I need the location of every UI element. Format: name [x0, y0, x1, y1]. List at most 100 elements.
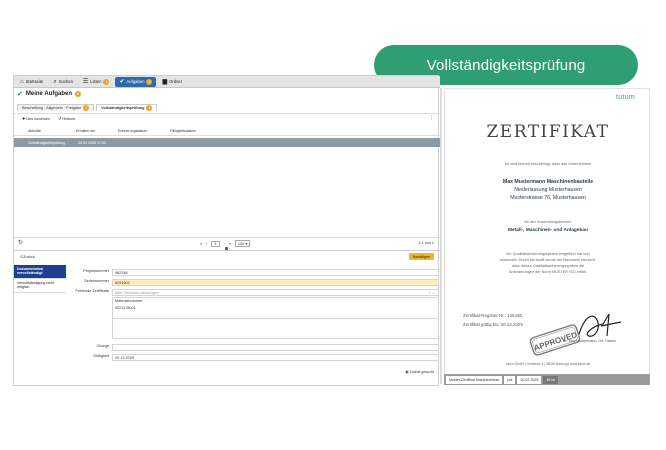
page-number[interactable]: 1 [211, 240, 220, 247]
pagination-bar: ↻ « ‹ 1 › » 100 ▾ 1-1 von 1 [14, 237, 440, 247]
check-icon: ✓ [17, 91, 23, 98]
cert-text: ein Qualitätssicherungssystem eingeführt… [506, 252, 590, 256]
cert-branch: Niederlassung Musterhausen [514, 187, 582, 193]
attachment-type: pdf [504, 375, 516, 384]
back-label: Zurück [23, 254, 35, 259]
field-label: Fehlende Zertifikate [75, 289, 109, 293]
column-header[interactable]: Fälligkeitsdatum [170, 129, 196, 133]
result-count: 1-1 von 1 [418, 241, 434, 245]
page-size-select[interactable]: 100 ▾ [234, 240, 251, 247]
tab-label: Vollständigkeitsprüfung [101, 106, 145, 110]
cert-footer: tutum GmbH | Gerberstr. 4 | 35039 Marbur… [505, 362, 591, 366]
top-nav-bar: ⌂ Startseite ⌕ Suchen ☰ Listen 1 ✔ Aufga… [14, 76, 440, 88]
nav-vervollstaendigung-nicht-moeglich[interactable]: Vervollständigung nicht möglich [14, 279, 66, 293]
page-size-value: 100 [237, 242, 245, 246]
materials-header: Materialnummer [115, 299, 143, 303]
nav-dokumentation-vervollstaendigt[interactable]: Dokumentation vervollständigt [14, 265, 66, 279]
placeholder-text: Bitte Zeichnen hinzufügen [115, 291, 159, 295]
nav-ordner[interactable]: ▆ Ordner [158, 77, 186, 87]
attachment-name[interactable]: Muster-Zertifikat Maschinenbau [446, 375, 503, 384]
home-icon: ⌂ [20, 78, 24, 85]
history-button[interactable]: ↺ Historie [58, 116, 75, 121]
tab-vollstaendigkeitspruefung[interactable]: Vollständigkeitsprüfung 1 [96, 104, 158, 111]
nav-label: Listen [90, 79, 102, 84]
materials-value[interactable]: 0021178001 [113, 305, 438, 312]
last-page-button[interactable]: » [229, 242, 231, 246]
more-menu-icon[interactable]: ⋮ [429, 115, 434, 121]
charge-field[interactable] [112, 344, 439, 351]
nav-suchen[interactable]: ⌕ Suchen [49, 77, 77, 87]
pagination: « ‹ 1 › » 100 ▾ [200, 240, 251, 247]
attachment-size: 48 kb [543, 375, 559, 384]
cert-text: anwendet. Durch ein Audit wurde der Nach… [500, 258, 596, 262]
list-icon: ☰ [82, 78, 89, 85]
count-badge: 3 [146, 78, 153, 85]
decision-nav: Dokumentation vervollständigt Vervollstä… [14, 265, 66, 293]
attachment-bar: Muster-Zertifikat Maschinenbau pdf 20.02… [444, 374, 650, 385]
reassign-label: Neu zuweisen [26, 116, 51, 121]
table-row[interactable]: Vollständigkeitsprüfung 25.02.2025 17:03 [14, 138, 440, 147]
validity-field[interactable]: 20.12.2025 [112, 354, 439, 361]
search-icon: ⌕ [53, 78, 57, 85]
user-plus-icon: ✚ [22, 116, 26, 121]
first-page-button[interactable]: « [200, 242, 202, 246]
cert-intro: Es wird hiermit bescheinigt, dass das Un… [504, 162, 592, 166]
refresh-icon[interactable]: ↻ [18, 239, 23, 246]
materials-area[interactable] [112, 319, 439, 339]
cert-valid-until: Zertifikat gültig bis: 20.12.2025 [463, 322, 523, 327]
prev-page-button[interactable]: ‹ [206, 242, 207, 246]
toolbar: ✚ Neu zuweisen ↺ Historie ⋮ [14, 113, 440, 122]
task-tabs: Beschaffung · Allgemein · Freigabe 1 Vol… [17, 104, 158, 111]
column-header[interactable]: Aktivität [28, 129, 41, 133]
nav-label: Startseite [25, 79, 44, 84]
cert-scope-intro: für den Anwendungsbereich [524, 220, 572, 224]
next-page-button[interactable]: › [224, 242, 225, 246]
nav-label: Ordner [169, 79, 183, 84]
field-label: Seriennummer [84, 279, 109, 283]
missing-certs-select[interactable]: Bitte Zeichnen hinzufügen × ⌄ [112, 289, 439, 296]
certificate-preview: tutum Zertifikat Es wird hiermit beschei… [444, 88, 650, 376]
cert-register-number: Zertifikat-Register-Nr.: 12543E [463, 313, 523, 318]
cert-scope: Metall-, Maschinen- und Anlagebau [507, 228, 589, 233]
nav-label: Suchen [58, 79, 73, 84]
table-header: Aktivität Erhalten am Erinnerungsdatum F… [14, 126, 440, 136]
nav-startseite[interactable]: ⌂ Startseite [16, 77, 47, 87]
field-label: Charge [96, 344, 109, 348]
back-button[interactable]: ⊙Zurück [20, 254, 35, 259]
column-header[interactable]: Erhalten am [76, 129, 95, 133]
nav-listen[interactable]: ☰ Listen 1 [79, 77, 114, 87]
app-window: ⌂ Startseite ⌕ Suchen ☰ Listen 1 ✔ Aufga… [13, 75, 440, 386]
count-badge: 2 [75, 91, 81, 97]
cert-signer: Dr. Max Mustermann, Ort, Datum [563, 339, 616, 343]
certificate-title: Zertifikat [486, 122, 610, 142]
page-title: Meine Aufgaben [25, 91, 72, 97]
reassign-button[interactable]: ✚ Neu zuweisen [22, 116, 50, 121]
attachment-date: 20.02.2025 [517, 375, 542, 384]
serial-number-field[interactable]: 8251602 [112, 279, 439, 286]
nav-label: Aufgaben [126, 79, 145, 84]
field-label: Gültigkeit [93, 354, 109, 358]
page-header: ✓ Meine Aufgaben 2 [17, 90, 81, 98]
field-label: Projektnummer [83, 269, 109, 273]
tab-label: Beschaffung · Allgemein · Freigabe [22, 106, 82, 110]
materials-box: Materialnummer 0021178001 [112, 297, 439, 319]
screen: Vollständigkeitsprüfung ⌂ Startseite ⌕ S… [0, 0, 666, 450]
last-searched-link[interactable]: ▣ Zuletzt gesucht [405, 370, 434, 374]
count-badge: 1 [103, 78, 110, 85]
count-badge: 1 [83, 105, 90, 111]
detail-toolbar: ⊙Zurück [14, 251, 440, 261]
tab-beschaffung[interactable]: Beschaffung · Allgemein · Freigabe 1 [17, 104, 95, 111]
task-detail-panel: ⊙Zurück Bestätigen Dokumentation vervoll… [14, 250, 440, 376]
history-label: Historie [62, 116, 76, 121]
project-number-field[interactable]: 982345 [112, 269, 439, 276]
cert-address: Musterstrasse 76, Musterhausen [510, 195, 586, 201]
pane-divider[interactable] [440, 88, 442, 384]
nav-aufgaben[interactable]: ✔ Aufgaben 3 [115, 76, 157, 87]
confirm-button[interactable]: Bestätigen [409, 253, 434, 260]
cell-received: 25.02.2025 17:03 [78, 141, 106, 145]
count-badge: 1 [146, 105, 153, 111]
cert-company: Max Mustermann Maschinenbauteile [502, 179, 594, 185]
history-icon: ↺ [58, 116, 62, 121]
column-header[interactable]: Erinnerungsdatum [118, 129, 147, 133]
footer-label: Zuletzt gesucht [409, 370, 434, 374]
